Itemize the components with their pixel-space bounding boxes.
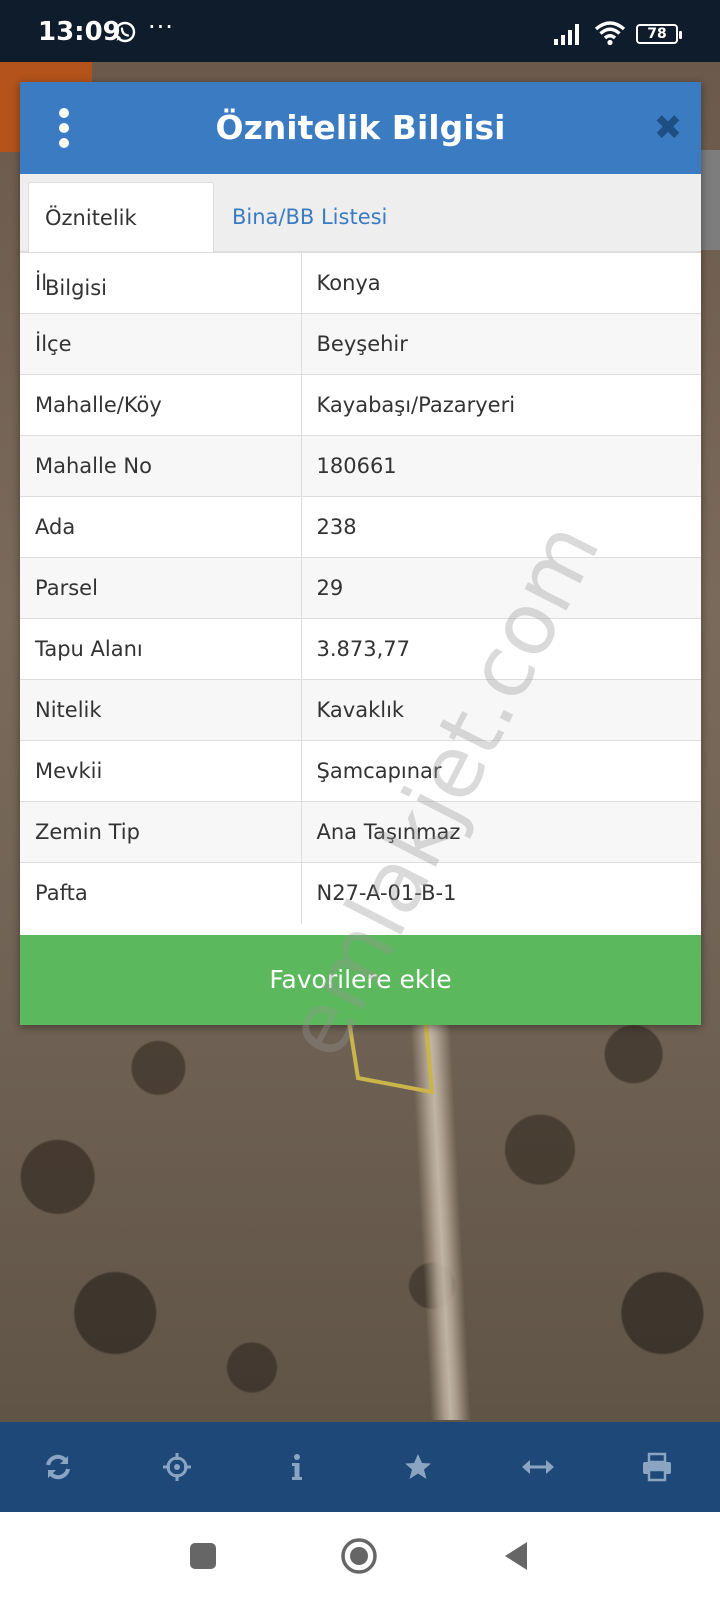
table-row: Zemin Tip Ana Taşınmaz [20,801,701,863]
system-nav-bar [0,1512,720,1600]
battery-indicator: 78 [636,24,682,44]
table-row: Mahalle No 180661 [20,435,701,497]
measure-icon[interactable] [511,1440,565,1494]
attribute-value: 238 [301,496,701,558]
dialog-header: Öznitelik Bilgisi ✖ [20,82,701,174]
dialog-title: Öznitelik Bilgisi [215,108,506,147]
more-notifications-icon: ··· [148,13,174,41]
attribute-key: Pafta [20,862,302,924]
attribute-value: Şamcapınar [301,740,701,802]
home-button[interactable] [339,1536,379,1576]
attribute-value: 29 [301,557,701,619]
attribute-key: Tapu Alanı [20,618,302,680]
attribute-key: Nitelik [20,679,302,741]
attribute-key: Parsel [20,557,302,619]
recent-apps-button[interactable] [183,1536,223,1576]
attribute-key: Zemin Tip [20,801,302,863]
attribute-dialog: Öznitelik Bilgisi ✖ Öznitelik Bilgisi Bi… [20,82,701,1025]
wifi-icon [594,21,626,46]
attribute-key: Ada [20,496,302,558]
tab-attribute-info[interactable]: Öznitelik Bilgisi [28,182,214,300]
table-row: İlçe Beyşehir [20,313,701,375]
attribute-value: 3.873,77 [301,618,701,680]
attribute-value: N27-A-01-B-1 [301,862,701,924]
locate-icon[interactable] [150,1440,204,1494]
back-button[interactable] [497,1536,537,1576]
status-time: 13:09 [38,17,121,47]
refresh-icon[interactable] [31,1440,85,1494]
close-icon[interactable]: ✖ [650,110,686,146]
attribute-value: Konya [301,252,701,314]
attribute-value: Kayabaşı/Pazaryeri [301,374,701,436]
attribute-value: Kavaklık [301,679,701,741]
whatsapp-icon [114,21,136,43]
more-menu-icon[interactable] [54,108,74,148]
attribute-key: İlçe [20,313,302,375]
table-row: Tapu Alanı 3.873,77 [20,618,701,680]
map-toolbar [0,1422,720,1512]
table-row: İl Konya [20,252,701,314]
attribute-value: 180661 [301,435,701,497]
attribute-value: Beyşehir [301,313,701,375]
table-row: Mevkii Şamcapınar [20,740,701,802]
map-feature [700,150,720,250]
attribute-key: Mahalle/Köy [20,374,302,436]
attribute-key: Mahalle No [20,435,302,497]
attribute-key: Mevkii [20,740,302,802]
table-row: Pafta N27-A-01-B-1 [20,862,701,924]
attribute-key: İl [20,252,302,314]
table-row: Parsel 29 [20,557,701,619]
tab-bar: Öznitelik Bilgisi Bina/BB Listesi [20,174,701,300]
attribute-table: İl Konya İlçe Beyşehir Mahalle/Köy Kayab… [20,252,701,924]
signal-icon [554,24,579,45]
print-icon[interactable] [630,1440,684,1494]
table-row: Nitelik Kavaklık [20,679,701,741]
star-icon[interactable] [391,1440,445,1494]
attribute-value: Ana Taşınmaz [301,801,701,863]
tab-building-list[interactable]: Bina/BB Listesi [216,182,403,252]
info-icon[interactable] [270,1440,324,1494]
table-row: Ada 238 [20,496,701,558]
add-to-favorites-button[interactable]: Favorilere ekle [20,935,701,1025]
table-row: Mahalle/Köy Kayabaşı/Pazaryeri [20,374,701,436]
status-bar: 13:09 ··· 78 [0,0,720,62]
